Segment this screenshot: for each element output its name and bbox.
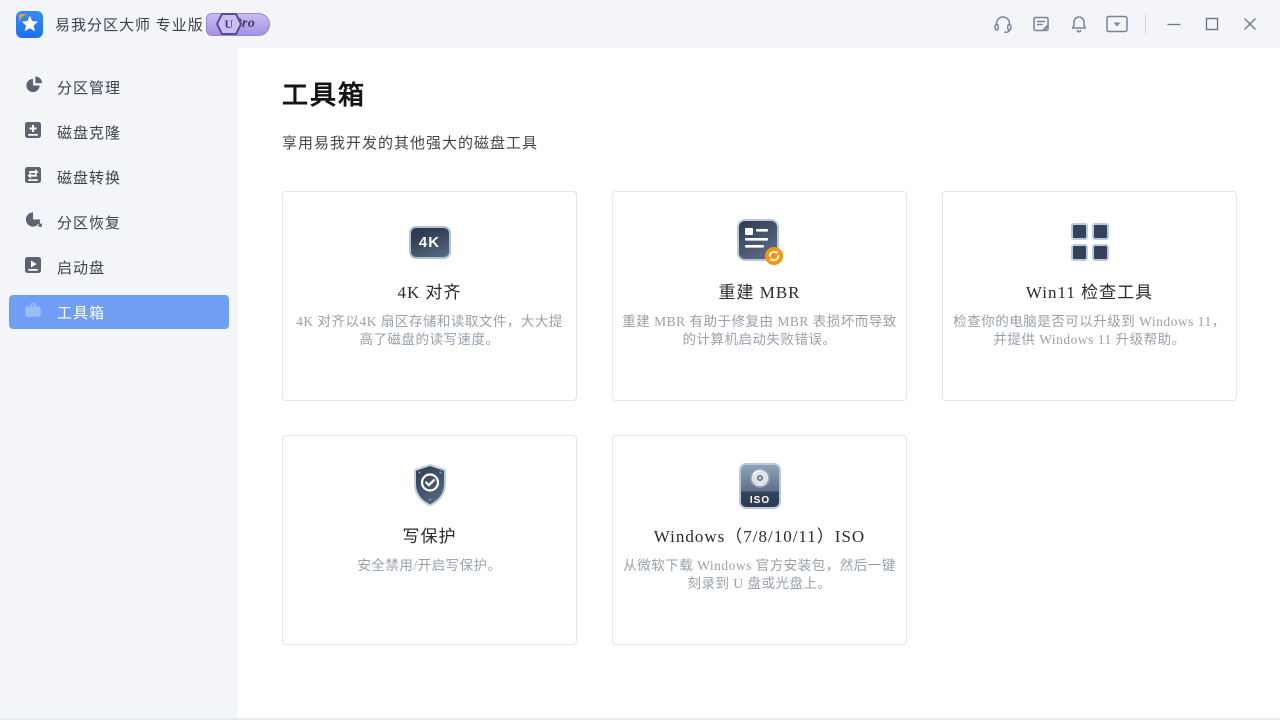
sidebar: 分区管理 磁盘克隆 [0, 48, 238, 720]
close-button[interactable] [1234, 9, 1266, 39]
disk-plus-icon [24, 121, 42, 144]
minimize-button[interactable] [1158, 9, 1190, 39]
win11-checker-icon [1071, 218, 1109, 266]
feedback-note-icon[interactable] [1025, 9, 1057, 39]
main-content: 工具箱 享用易我开发的其他强大的磁盘工具 4K 4K 对齐 4K 对齐以4K 扇… [238, 48, 1280, 720]
page-subtitle: 享用易我开发的其他强大的磁盘工具 [282, 132, 1280, 153]
toolbox-icon [24, 301, 42, 324]
card-description: 安全禁用/开启写保护。 [292, 557, 568, 575]
card-description: 4K 对齐以4K 扇区存储和读取文件，大大提高了磁盘的读写速度。 [292, 313, 568, 349]
sidebar-item-label: 磁盘克隆 [57, 122, 121, 143]
sidebar-item-label: 分区恢复 [57, 212, 121, 233]
pro-badge-emblem: U [216, 12, 242, 36]
svg-text:ISO: ISO [749, 495, 769, 506]
card-win11-checker[interactable]: Win11 检查工具 检查你的电脑是否可以升级到 Windows 11，并提供 … [942, 191, 1237, 401]
sidebar-item-toolbox[interactable]: 工具箱 [9, 295, 229, 329]
sidebar-item-label: 启动盘 [57, 257, 105, 278]
page-title: 工具箱 [282, 75, 1280, 112]
card-title: 4K 对齐 [397, 278, 461, 303]
card-title: Windows（7/8/10/11）ISO [654, 522, 865, 547]
support-headset-icon[interactable] [987, 9, 1019, 39]
card-windows-iso[interactable]: ISO Windows（7/8/10/11）ISO 从微软下载 Windows … [612, 435, 907, 645]
card-description: 重建 MBR 有助于修复由 MBR 表损坏而导致的计算机启动失败错误。 [622, 313, 898, 349]
menu-dropdown-icon[interactable] [1101, 9, 1133, 39]
titlebar-controls [987, 9, 1266, 39]
pie-chart-icon [24, 75, 42, 99]
card-description: 从微软下载 Windows 官方安装包，然后一键刻录到 U 盘或光盘上。 [622, 557, 898, 593]
sidebar-item-disk-convert[interactable]: 磁盘转换 [9, 160, 229, 194]
windows-iso-icon: ISO [737, 462, 783, 510]
app-logo-icon [16, 11, 43, 38]
sidebar-item-partition-recovery[interactable]: 分区恢复 [9, 205, 229, 239]
disk-boot-icon [24, 256, 42, 279]
sidebar-item-label: 磁盘转换 [57, 167, 121, 188]
pro-badge: Pro U [216, 12, 271, 36]
card-description: 检查你的电脑是否可以升级到 Windows 11，并提供 Windows 11 … [952, 313, 1228, 349]
write-protection-icon [407, 462, 453, 510]
card-write-protection[interactable]: 写保护 安全禁用/开启写保护。 [282, 435, 577, 645]
pie-recover-icon [24, 210, 42, 234]
disk-convert-icon [24, 166, 42, 189]
card-title: Win11 检查工具 [1026, 278, 1153, 303]
card-title: 重建 MBR [718, 278, 800, 303]
titlebar: 易我分区大师 专业版 Pro U [0, 0, 1280, 48]
app-window: 易我分区大师 专业版 Pro U [0, 0, 1280, 720]
4k-align-icon: 4K [409, 218, 451, 266]
sidebar-item-partition-manager[interactable]: 分区管理 [9, 70, 229, 104]
rebuild-mbr-icon [735, 218, 785, 266]
sidebar-item-disk-clone[interactable]: 磁盘克隆 [9, 115, 229, 149]
titlebar-left: 易我分区大师 专业版 Pro U [16, 11, 270, 38]
card-rebuild-mbr[interactable]: 重建 MBR 重建 MBR 有助于修复由 MBR 表损坏而导致的计算机启动失败错… [612, 191, 907, 401]
sidebar-item-bootable-disk[interactable]: 启动盘 [9, 250, 229, 284]
card-title: 写保护 [403, 522, 457, 547]
maximize-button[interactable] [1196, 9, 1228, 39]
titlebar-separator [1145, 14, 1146, 34]
app-title: 易我分区大师 专业版 [55, 14, 204, 35]
sidebar-item-label: 工具箱 [57, 302, 105, 323]
card-4k-alignment[interactable]: 4K 4K 对齐 4K 对齐以4K 扇区存储和读取文件，大大提高了磁盘的读写速度… [282, 191, 577, 401]
sidebar-item-label: 分区管理 [57, 77, 121, 98]
tool-cards: 4K 4K 对齐 4K 对齐以4K 扇区存储和读取文件，大大提高了磁盘的读写速度… [282, 191, 1242, 645]
notifications-bell-icon[interactable] [1063, 9, 1095, 39]
